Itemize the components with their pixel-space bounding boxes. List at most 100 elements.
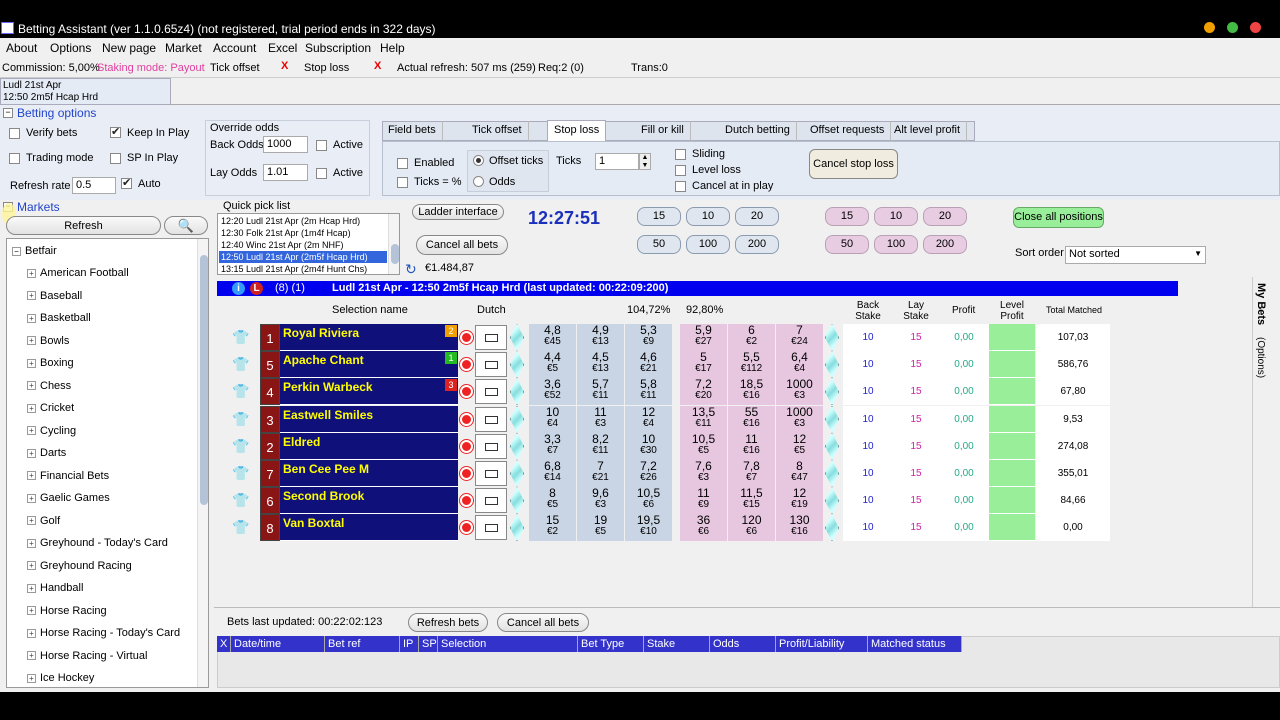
expand-icon[interactable]: + (27, 403, 36, 413)
lay-arrow-icon[interactable] (825, 324, 839, 351)
lay-arrow-icon[interactable] (825, 514, 839, 542)
tree-item[interactable]: + Cricket (27, 402, 74, 414)
lay-stake-20-button[interactable]: 20 (923, 207, 967, 226)
lay-price-cell[interactable]: 7,2 €20 (680, 378, 727, 406)
back-stake-cell[interactable]: 10 (843, 351, 893, 379)
expand-icon[interactable]: + (27, 381, 36, 391)
menu-new-page[interactable]: New page (102, 41, 156, 55)
lay-price-cell[interactable]: 11 €9 (680, 487, 727, 515)
bets-col-header[interactable]: IP (400, 636, 419, 652)
auto-refresh-checkbox[interactable] (121, 176, 132, 189)
back-stake-200-button[interactable]: 200 (735, 235, 779, 254)
tab-fill-or-kill[interactable]: Fill or kill (635, 121, 691, 141)
back-price-cell[interactable]: 19,5 €10 (625, 514, 672, 542)
lay-arrow-icon[interactable] (825, 378, 839, 406)
stop-loss-status[interactable]: Stop loss (304, 62, 349, 74)
cancel-all-bets-button[interactable]: Cancel all bets (497, 613, 589, 632)
cancel-stop-loss-button[interactable]: Cancel stop loss (809, 149, 898, 179)
lay-price-cell[interactable]: 18,5 €16 (728, 378, 775, 406)
bets-col-header[interactable]: Profit/Liability (776, 636, 868, 652)
remove-runner-icon[interactable] (460, 521, 473, 535)
expand-icon[interactable]: + (27, 268, 36, 278)
maximize-button[interactable] (1227, 22, 1238, 33)
close-button[interactable] (1250, 22, 1261, 33)
level-profit-cell[interactable] (989, 514, 1035, 542)
expand-icon[interactable]: + (27, 313, 36, 323)
quick-pick-item[interactable]: 13:15 Ludl 21st Apr (2m4f Hunt Chs) (219, 263, 387, 274)
lay-price-cell[interactable]: 6,4 €4 (776, 351, 823, 379)
tree-item[interactable]: + Golf (27, 515, 60, 527)
back-arrow-icon[interactable] (510, 432, 524, 460)
sliding-checkbox[interactable] (675, 149, 686, 160)
remove-runner-icon[interactable] (460, 385, 473, 399)
lay-price-cell[interactable]: 36 €6 (680, 514, 727, 542)
lay-price-cell[interactable]: 1000 €3 (776, 378, 823, 406)
tree-item[interactable]: + Horse Racing (27, 605, 107, 617)
runner-name[interactable]: Eastwell Smiles (280, 405, 458, 433)
expand-icon[interactable]: + (27, 516, 36, 526)
markets-refresh-button[interactable]: Refresh (6, 216, 161, 235)
bets-col-header[interactable]: SP (419, 636, 438, 652)
lay-stake-cell[interactable]: 15 (893, 351, 939, 379)
menu-excel[interactable]: Excel (268, 41, 297, 55)
level-loss-checkbox[interactable] (675, 165, 686, 176)
back-price-cell[interactable]: 4,8 €45 (529, 324, 576, 351)
lay-price-cell[interactable]: 130 €16 (776, 514, 823, 542)
remove-runner-icon[interactable] (460, 439, 473, 453)
remove-runner-icon[interactable] (460, 467, 473, 480)
runner-name[interactable]: Ben Cee Pee M (280, 460, 458, 487)
lay-stake-10-button[interactable]: 10 (874, 207, 918, 226)
tab-tick-offset[interactable]: Tick offset (466, 121, 529, 141)
back-arrow-icon[interactable] (510, 378, 524, 406)
lay-stake-50-button[interactable]: 50 (825, 235, 869, 254)
quick-pick-item[interactable]: 12:30 Folk 21st Apr (1m4f Hcap) (219, 227, 387, 239)
runner-name[interactable]: Eldred (280, 432, 458, 460)
ladder-interface-button[interactable]: Ladder interface (412, 204, 504, 220)
tree-item[interactable]: + Horse Racing - Virtual (27, 650, 147, 662)
back-stake-cell[interactable]: 10 (843, 405, 893, 433)
menu-account[interactable]: Account (213, 41, 256, 55)
refresh-balance-icon[interactable]: ↻ (405, 261, 417, 278)
tick-offset-status[interactable]: Tick offset (210, 62, 260, 74)
back-arrow-icon[interactable] (510, 351, 524, 379)
lay-price-cell[interactable]: 7,8 €7 (728, 460, 775, 487)
live-icon[interactable]: L (250, 282, 263, 295)
minimize-button[interactable] (1204, 22, 1215, 33)
dutch-cell[interactable] (475, 325, 507, 350)
lay-price-cell[interactable]: 13,5 €11 (680, 405, 727, 433)
back-price-cell[interactable]: 4,5 €13 (577, 351, 624, 379)
tab-stop-loss[interactable]: Stop loss (547, 120, 607, 142)
lay-arrow-icon[interactable] (825, 460, 839, 487)
close-all-positions-button[interactable]: Close all positions (1013, 207, 1104, 228)
lay-price-cell[interactable]: 6 €2 (728, 324, 775, 351)
back-stake-15-button[interactable]: 15 (637, 207, 681, 226)
expand-icon[interactable]: + (27, 538, 36, 548)
quick-pick-scroll-thumb[interactable] (391, 244, 399, 264)
staking-mode[interactable]: Staking mode: Payout (97, 62, 205, 74)
expand-icon[interactable]: + (27, 561, 36, 571)
lay-stake-100-button[interactable]: 100 (874, 235, 918, 254)
markets-scroll-thumb[interactable] (200, 255, 208, 505)
runner-name[interactable]: Van Boxtal (280, 514, 458, 542)
lay-stake-cell[interactable]: 15 (893, 487, 939, 515)
runner-name[interactable]: Perkin Warbeck (280, 378, 458, 406)
back-stake-cell[interactable]: 10 (843, 324, 893, 351)
dutch-cell[interactable] (475, 406, 507, 432)
expand-icon[interactable]: + (27, 493, 36, 503)
dutch-cell[interactable] (475, 379, 507, 405)
my-bets-side-tab[interactable]: My Bets (Options) (1252, 277, 1278, 607)
expand-icon[interactable]: + (27, 583, 36, 593)
back-stake-cell[interactable]: 10 (843, 432, 893, 460)
lay-price-cell[interactable]: 8 €47 (776, 460, 823, 487)
menu-options[interactable]: Options (50, 41, 91, 55)
tab-offset-requests[interactable]: Offset requests (804, 121, 892, 141)
lay-price-cell[interactable]: 11 €16 (728, 432, 775, 460)
back-price-cell[interactable]: 5,8 €11 (625, 378, 672, 406)
bets-col-header[interactable]: Bet Type (578, 636, 644, 652)
back-stake-50-button[interactable]: 50 (637, 235, 681, 254)
lay-price-cell[interactable]: 10,5 €5 (680, 432, 727, 460)
back-stake-cell[interactable]: 10 (843, 460, 893, 487)
ticks-pct-checkbox[interactable] (397, 177, 408, 188)
bets-col-header[interactable]: Selection (438, 636, 578, 652)
back-arrow-icon[interactable] (510, 487, 524, 515)
